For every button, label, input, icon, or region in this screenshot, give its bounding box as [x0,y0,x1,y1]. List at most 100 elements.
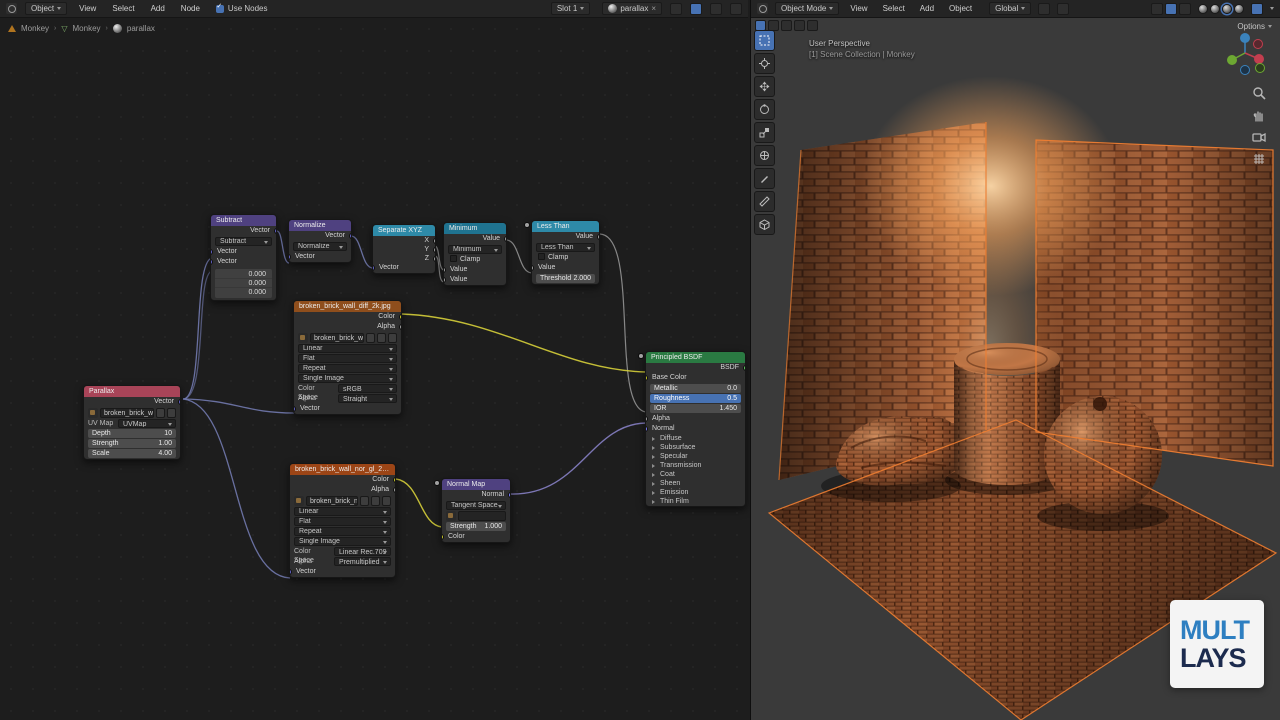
node-math-less-than[interactable]: Less Than Value Less Than Clamp Value Th… [531,220,600,285]
tool-transform[interactable] [754,145,775,166]
socket-alpha-out[interactable] [399,324,401,330]
tool-add-cube[interactable] [754,214,775,235]
new-image-button[interactable] [360,496,369,506]
tool-annotate[interactable] [754,168,775,189]
editor-type-icon[interactable] [757,3,768,14]
clamp-row[interactable]: Clamp [444,255,506,265]
socket-value-in[interactable] [532,265,534,271]
unlink-image-button[interactable] [382,496,391,506]
colorspace-dropdown[interactable]: sRGB [338,384,397,393]
tool-move[interactable] [754,76,775,97]
socket-z-out[interactable] [433,256,435,262]
node-principled-bsdf[interactable]: Principled BSDF BSDF Base Color Metallic… [645,351,746,507]
tool-select-box[interactable] [754,30,775,51]
menu-add[interactable]: Add [916,3,938,14]
socket-strength-in[interactable] [434,480,440,486]
alpha-dropdown[interactable]: Premultiplied [334,557,391,566]
socket-vector-out[interactable] [178,399,180,405]
open-image-button[interactable] [377,333,386,343]
node-header[interactable]: Normal Map [442,479,510,490]
shading-solid-icon[interactable] [1210,4,1220,14]
menu-add[interactable]: Add [147,3,169,14]
operation-dropdown[interactable]: Normalize [293,242,347,251]
navigation-gizmo[interactable] [1222,30,1268,76]
source-dropdown[interactable]: Single Image [294,537,391,546]
space-dropdown[interactable]: Tangent Space [446,501,506,510]
xray-icon[interactable] [1179,3,1191,15]
show-gizmo-icon[interactable] [1151,3,1163,15]
socket-value-out[interactable] [504,236,506,242]
menu-select[interactable]: Select [108,3,138,14]
socket-color-out[interactable] [393,477,395,483]
socket-vector-out[interactable] [274,228,276,234]
panel-sheen[interactable]: Sheen [646,479,745,488]
new-image-button[interactable] [366,333,375,343]
panel-coat[interactable]: Coat [646,470,745,479]
node-math-minimum[interactable]: Minimum Value Minimum Clamp Value Value [443,222,507,286]
extension-dropdown[interactable]: Repeat [294,527,391,536]
overlays-icon[interactable] [730,3,742,15]
tool-measure[interactable] [754,191,775,212]
axis-y-plus[interactable] [1227,55,1237,65]
tool-scale[interactable] [754,122,775,143]
metallic-field[interactable]: Metallic0.0 [650,384,741,393]
tool-option-icon[interactable] [781,20,792,31]
strength-field[interactable]: Strength1.000 [446,522,506,531]
proportional-edit-icon[interactable] [1057,3,1069,15]
socket-color-in[interactable] [442,534,444,540]
tool-option-icon[interactable] [794,20,805,31]
socket-normal-in[interactable] [646,426,648,432]
node-header[interactable]: Parallax [84,386,180,397]
scale-field[interactable]: Scale4.00 [88,449,176,458]
source-dropdown[interactable]: Single Image [298,374,397,383]
axis-x-plus[interactable] [1254,54,1264,64]
render-settings-icon[interactable] [1251,3,1263,15]
editor-type-icon[interactable] [6,3,17,14]
axis-z-minus[interactable] [1241,66,1250,75]
mode-dropdown[interactable]: Object Mode [775,2,839,15]
value-x[interactable]: 0.000 [215,270,272,279]
uvmap-selector[interactable] [446,511,506,521]
menu-object[interactable]: Object [945,3,976,14]
breadcrumb-mesh[interactable]: Monkey [73,24,101,33]
snapping-magnet-icon[interactable] [710,3,722,15]
node-header[interactable]: Separate XYZ [373,225,435,236]
panel-emission[interactable]: Emission [646,488,745,497]
socket-vector-in[interactable] [211,249,213,255]
node-image-texture-normal[interactable]: broken_brick_wall_nor_gl_2k.exr Color Al… [289,463,396,578]
breadcrumb-object[interactable]: Monkey [21,24,49,33]
node-image-texture-diffuse[interactable]: broken_brick_wall_diff_2k.jpg Color Alph… [293,300,402,415]
node-header[interactable]: broken_brick_wall_nor_gl_2k.exr [290,464,395,475]
camera-view-icon[interactable] [1252,130,1266,144]
node-normal-map[interactable]: Normal Map Normal Tangent Space Strength… [441,478,511,543]
operation-dropdown[interactable]: Subtract [215,237,272,246]
zoom-icon[interactable] [1252,86,1266,100]
material-slot-dropdown[interactable]: Slot 1 [551,2,590,15]
image-datablock-selector[interactable]: broken_brick_wa [298,333,397,343]
node-vector-math-subtract[interactable]: Subtract Vector Subtract Vector Vector 0… [210,214,277,301]
image-name-field[interactable]: broken_brick_no [306,496,358,506]
node-header[interactable]: Less Than [532,221,599,232]
socket-vector-out[interactable] [349,233,351,239]
panel-diffuse[interactable]: Diffuse [646,434,745,443]
node-separate-xyz[interactable]: Separate XYZ X Y Z Vector [372,224,436,274]
shading-material-icon[interactable] [1222,4,1232,14]
tool-option-icon[interactable] [807,20,818,31]
value-y[interactable]: 0.000 [215,279,272,288]
shading-rendered-icon[interactable] [1234,4,1244,14]
socket-alpha-out[interactable] [393,487,395,493]
socket-y-out[interactable] [433,247,435,253]
projection-dropdown[interactable]: Flat [298,354,397,363]
socket-vector-in[interactable] [373,265,375,271]
colorspace-dropdown[interactable]: Linear Rec.709 [334,547,391,556]
socket-normal-out[interactable] [508,492,510,498]
shader-type-dropdown[interactable]: Object [25,2,67,15]
socket-vector-in[interactable] [290,569,292,575]
uvmap-dropdown[interactable]: UVMap [118,419,176,428]
ior-field[interactable]: IOR1.450 [650,404,741,413]
node-group-parallax[interactable]: Parallax Vector broken_brick_wa UV Map U… [83,385,181,460]
panel-specular[interactable]: Specular [646,452,745,461]
snapping-magnet-icon[interactable] [1038,3,1050,15]
panel-subsurface[interactable]: Subsurface [646,443,745,452]
socket-value-in[interactable] [444,267,446,273]
